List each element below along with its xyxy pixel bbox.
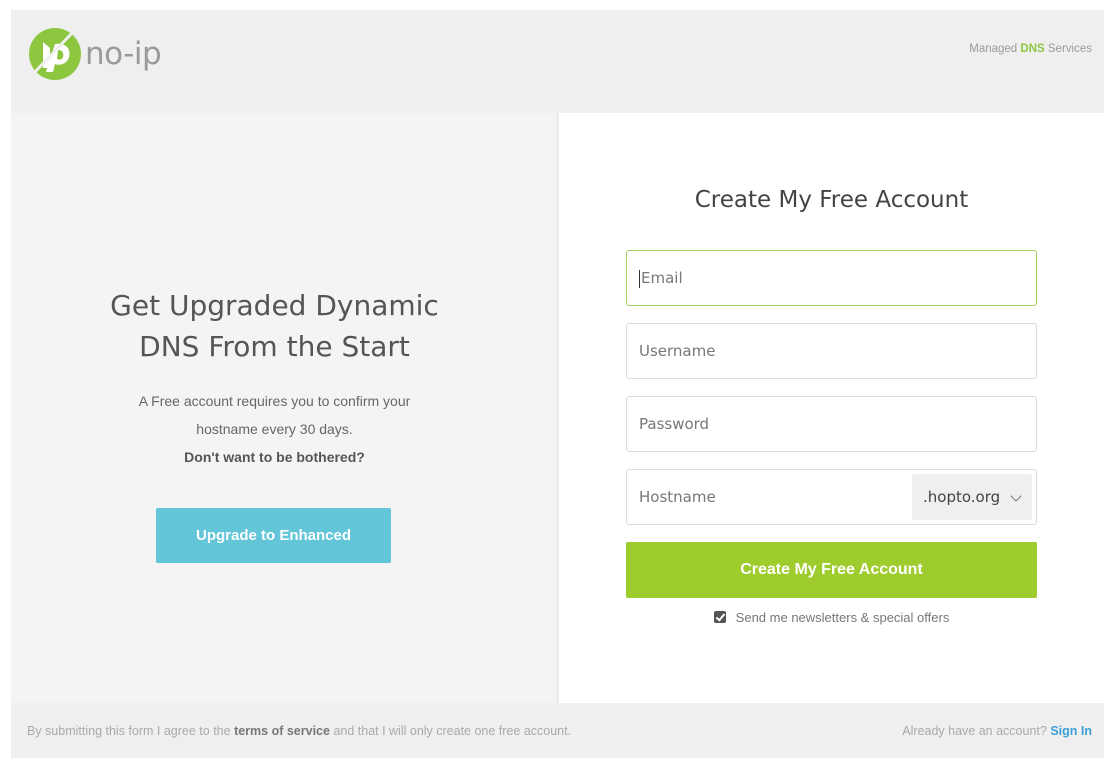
terms-notice: By submitting this form I agree to the t… [27, 724, 571, 738]
signin-prompt: Already have an account? Sign In [902, 724, 1092, 738]
terms-prefix: By submitting this form I agree to the [27, 724, 231, 738]
terms-of-service-link[interactable]: terms of service [234, 724, 330, 738]
password-input[interactable]: Password [626, 396, 1037, 452]
username-input[interactable]: Username [626, 323, 1037, 379]
logo-wordmark: no-ip [85, 36, 162, 72]
tagline-suffix: Services [1047, 43, 1092, 55]
upgrade-panel: Get Upgraded Dynamic DNS From the Start … [11, 113, 558, 703]
newsletter-label[interactable]: Send me newsletters & special offers [736, 610, 950, 625]
tagline-accent: DNS [1020, 43, 1045, 55]
domain-selected-value: .hopto.org [923, 488, 1001, 506]
header: no-ip Managed DNS Services [11, 10, 1104, 113]
chevron-down-icon [1010, 490, 1022, 502]
email-placeholder: Email [641, 269, 683, 287]
password-placeholder: Password [639, 415, 710, 433]
header-tagline: Managed DNS Services [969, 43, 1092, 55]
hostname-placeholder: Hostname [639, 488, 716, 506]
terms-suffix: and that I will only create one free acc… [333, 724, 572, 738]
hostname-input[interactable]: Hostname .hopto.org [626, 469, 1037, 525]
domain-select[interactable]: .hopto.org [912, 474, 1032, 520]
page-frame: no-ip Managed DNS Services Get Upgraded … [11, 10, 1104, 758]
upgrade-text-line1: A Free account requires you to confirm y… [138, 393, 411, 409]
text-cursor [639, 269, 640, 288]
newsletter-option: Send me newsletters & special offers [559, 610, 1104, 625]
username-placeholder: Username [639, 342, 716, 360]
email-input[interactable]: Email [626, 250, 1037, 306]
sign-in-link[interactable]: Sign In [1050, 724, 1092, 738]
upgrade-title-line2: DNS From the Start [139, 330, 410, 363]
upgrade-text-bold: Don't want to be bothered? [184, 449, 365, 465]
upgrade-description: A Free account requires you to confirm y… [11, 387, 538, 471]
signin-prompt-text: Already have an account? [902, 724, 1047, 738]
signup-panel: Create My Free Account Email Username Pa… [559, 113, 1104, 703]
newsletter-checkbox[interactable] [713, 611, 726, 623]
upgrade-to-enhanced-button[interactable]: Upgrade to Enhanced [156, 508, 391, 563]
footer: By submitting this form I agree to the t… [11, 703, 1104, 758]
upgrade-title: Get Upgraded Dynamic DNS From the Start [11, 285, 538, 367]
noip-logo[interactable]: no-ip [27, 24, 167, 84]
create-account-button[interactable]: Create My Free Account [626, 542, 1037, 598]
tagline-prefix: Managed [969, 43, 1018, 55]
signup-form-title: Create My Free Account [694, 187, 969, 213]
upgrade-title-line1: Get Upgraded Dynamic [110, 289, 439, 322]
upgrade-text-line2: hostname every 30 days. [196, 421, 353, 437]
noip-logo-icon [29, 28, 81, 80]
